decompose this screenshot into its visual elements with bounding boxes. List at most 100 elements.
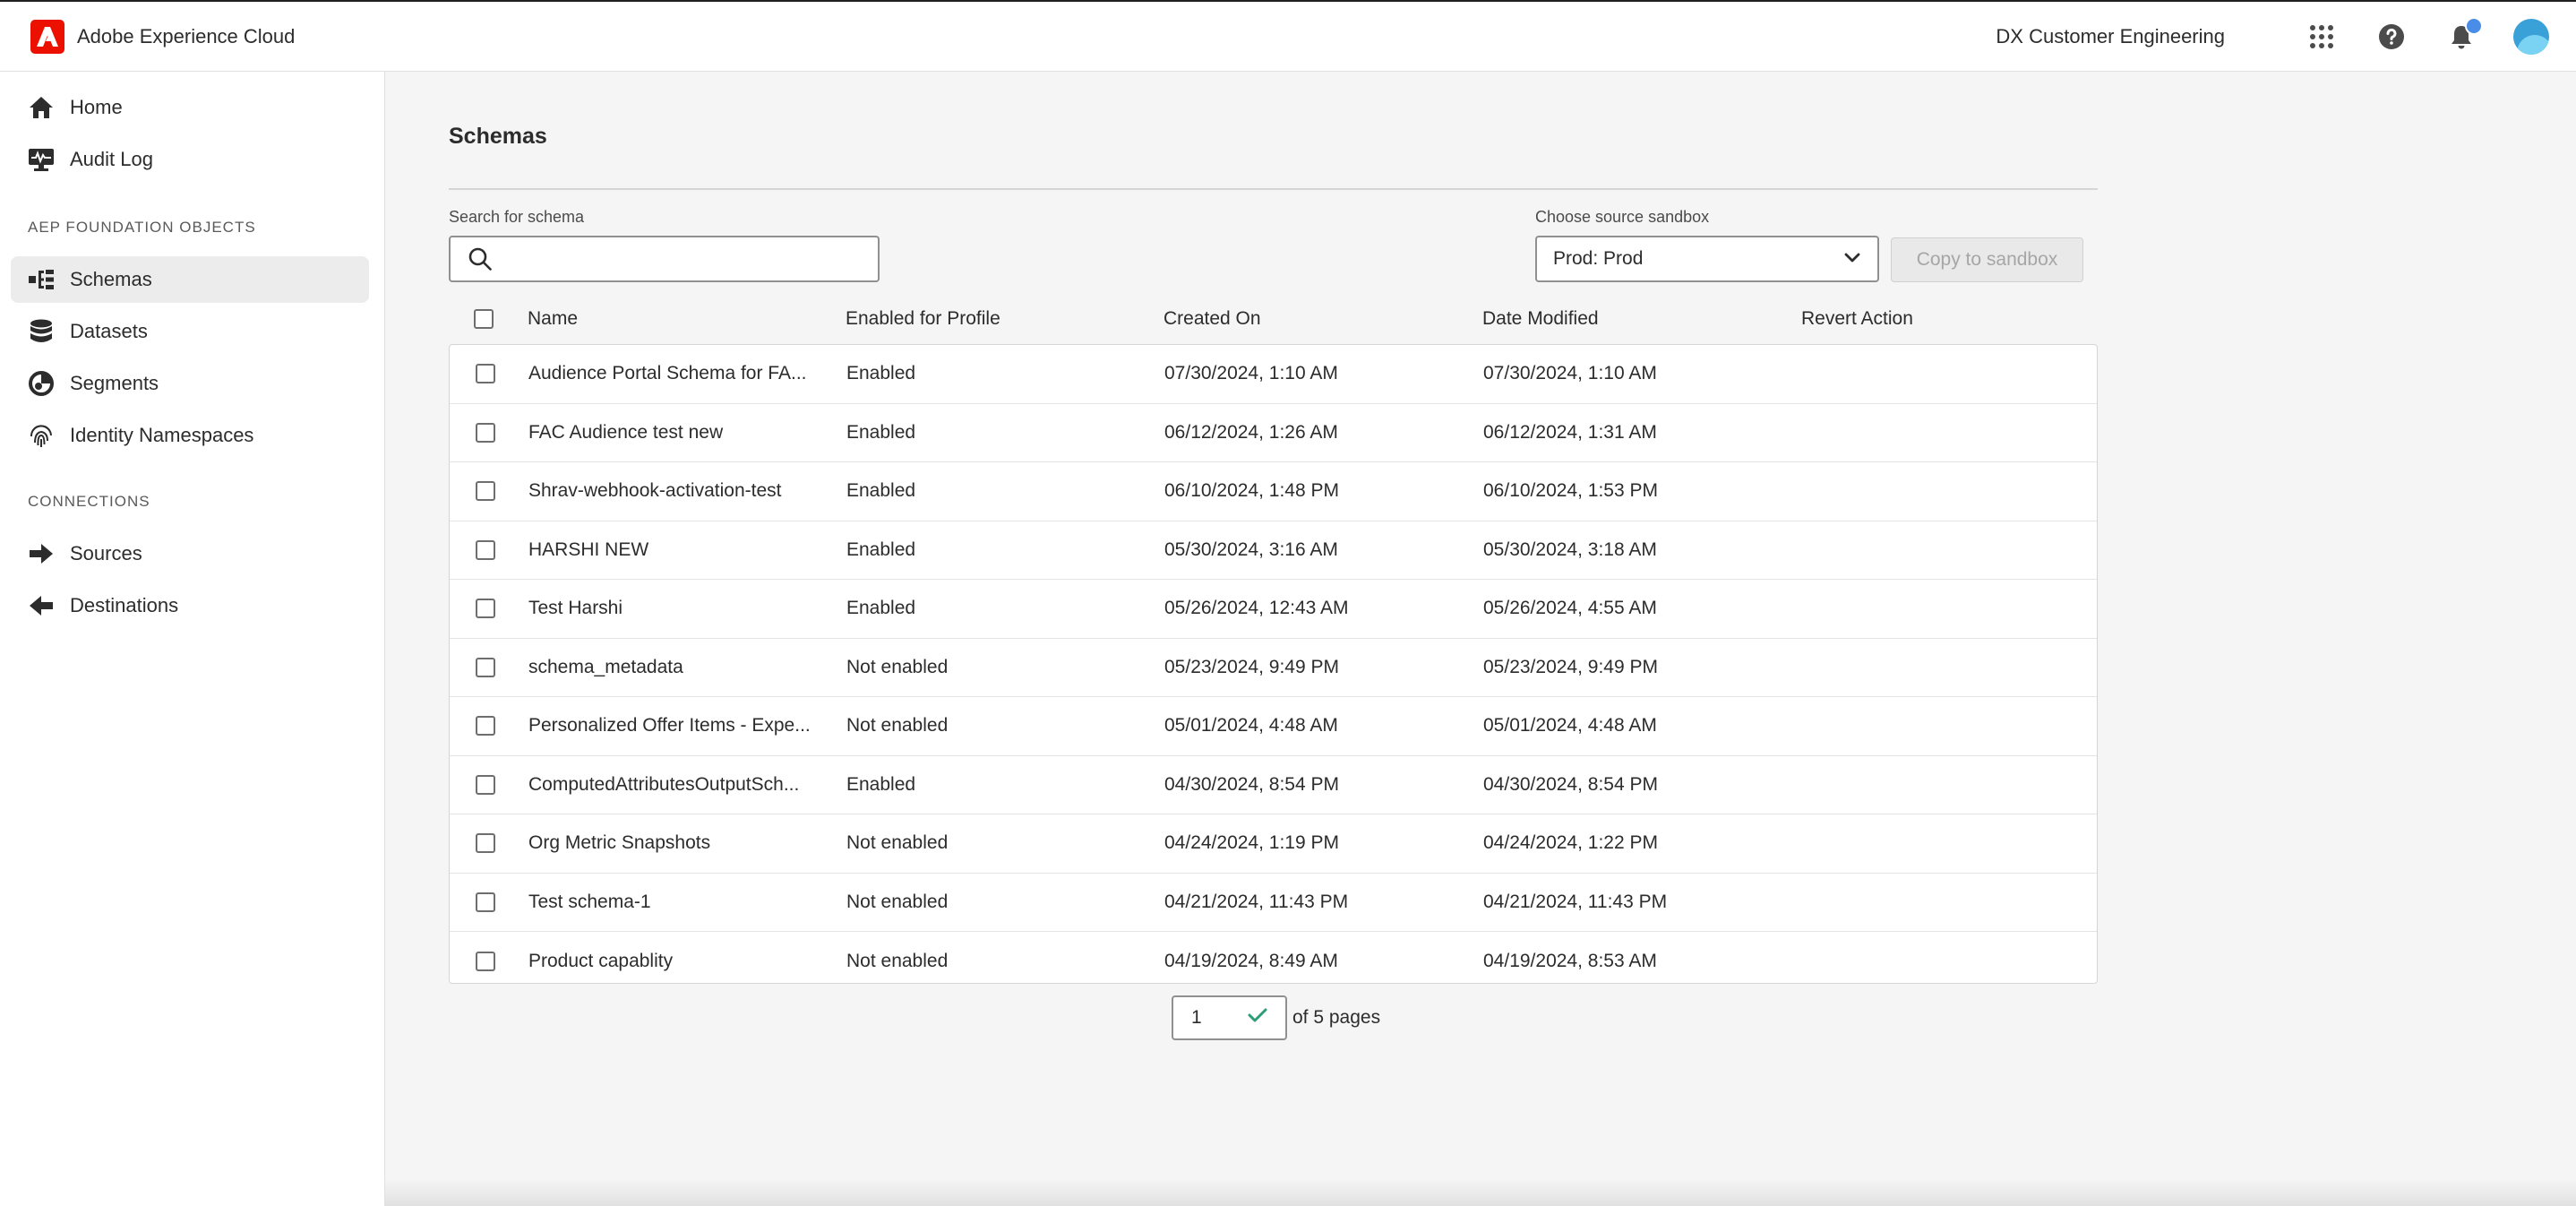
table-row[interactable]: Product capablity Not enabled 04/19/2024…	[450, 932, 2097, 983]
row-checkbox[interactable]	[476, 833, 495, 854]
database-icon	[27, 317, 56, 346]
table-row[interactable]: Test schema-1 Not enabled 04/21/2024, 11…	[450, 874, 2097, 932]
monitor-icon	[27, 145, 56, 174]
cell-profile: Enabled	[846, 421, 916, 443]
help-icon[interactable]	[2374, 19, 2409, 55]
cell-name[interactable]: Audience Portal Schema for FA...	[528, 363, 807, 384]
table-row[interactable]: Test Harshi Enabled 05/26/2024, 12:43 AM…	[450, 580, 2097, 639]
column-header-name[interactable]: Name	[528, 308, 578, 330]
sidebar-item-identity-namespaces[interactable]: Identity Namespaces	[11, 412, 369, 459]
row-checkbox[interactable]	[476, 892, 495, 912]
cell-profile: Enabled	[846, 598, 916, 619]
cell-modified: 06/10/2024, 1:53 PM	[1483, 480, 1658, 502]
row-checkbox[interactable]	[476, 599, 495, 619]
row-checkbox[interactable]	[476, 539, 495, 560]
sandbox-label: Choose source sandbox	[1535, 208, 1710, 226]
cell-modified: 04/24/2024, 1:22 PM	[1483, 832, 1658, 854]
adobe-logo-icon	[30, 19, 64, 54]
sidebar-item-label: Sources	[70, 542, 142, 564]
cell-created: 05/01/2024, 4:48 AM	[1164, 715, 1338, 737]
search-label: Search for schema	[449, 208, 585, 226]
search-field[interactable]	[449, 236, 880, 282]
sidebar-item-sources[interactable]: Sources	[11, 530, 369, 577]
sidebar-item-label: Home	[70, 96, 123, 118]
cell-profile: Enabled	[846, 480, 916, 502]
sidebar-item-home[interactable]: Home	[11, 84, 369, 131]
table-row[interactable]: HARSHI NEW Enabled 05/30/2024, 3:16 AM 0…	[450, 521, 2097, 580]
row-checkbox[interactable]	[476, 716, 495, 737]
cell-created: 04/19/2024, 8:49 AM	[1164, 950, 1338, 971]
table-row[interactable]: FAC Audience test new Enabled 06/12/2024…	[450, 404, 2097, 462]
cell-created: 06/10/2024, 1:48 PM	[1164, 480, 1339, 502]
copy-to-sandbox-button[interactable]: Copy to sandbox	[1891, 237, 2083, 282]
cell-profile: Not enabled	[846, 656, 949, 677]
cell-name[interactable]: ComputedAttributesOutputSch...	[528, 774, 799, 796]
page-count-label: of 5 pages	[1292, 1007, 1381, 1028]
cell-created: 06/12/2024, 1:26 AM	[1164, 421, 1338, 443]
search-icon	[468, 246, 494, 271]
page-title: Schemas	[449, 124, 547, 149]
cell-name[interactable]: Test schema-1	[528, 892, 651, 913]
table-row[interactable]: Org Metric Snapshots Not enabled 04/24/2…	[450, 814, 2097, 874]
cell-name[interactable]: schema_metadata	[528, 657, 683, 678]
cell-modified: 05/01/2024, 4:48 AM	[1483, 715, 1657, 737]
table-row[interactable]: Audience Portal Schema for FA... Enabled…	[450, 345, 2097, 404]
table-row[interactable]: ComputedAttributesOutputSch... Enabled 0…	[450, 756, 2097, 814]
row-checkbox[interactable]	[476, 364, 495, 384]
cell-created: 05/23/2024, 9:49 PM	[1164, 656, 1339, 677]
arrow-left-icon	[27, 591, 56, 620]
column-header-created[interactable]: Created On	[1163, 308, 1261, 330]
checkmark-icon[interactable]	[1248, 1007, 1267, 1029]
cell-name[interactable]: Test Harshi	[528, 598, 623, 619]
search-input[interactable]	[502, 248, 861, 270]
cell-modified: 04/21/2024, 11:43 PM	[1483, 891, 1668, 912]
cell-name[interactable]: Personalized Offer Items - Expe...	[528, 715, 811, 737]
cell-created: 05/30/2024, 3:16 AM	[1164, 538, 1338, 560]
row-checkbox[interactable]	[476, 657, 495, 677]
select-all-checkbox[interactable]	[474, 309, 494, 329]
sidebar-item-datasets[interactable]: Datasets	[11, 308, 369, 355]
sidebar-item-audit-log[interactable]: Audit Log	[11, 136, 369, 183]
column-header-profile[interactable]: Enabled for Profile	[846, 308, 1000, 330]
cell-profile: Not enabled	[846, 891, 949, 912]
column-header-modified[interactable]: Date Modified	[1482, 308, 1599, 330]
org-switcher[interactable]: DX Customer Engineering	[1996, 25, 2225, 48]
sidebar-item-schemas[interactable]: Schemas	[11, 256, 369, 303]
cell-profile: Not enabled	[846, 715, 949, 737]
top-header: Adobe Experience Cloud DX Customer Engin…	[0, 0, 2576, 72]
row-checkbox[interactable]	[476, 951, 495, 971]
sidebar-item-label: Datasets	[70, 320, 148, 342]
table-row[interactable]: schema_metadata Not enabled 05/23/2024, …	[450, 639, 2097, 697]
cell-created: 04/24/2024, 1:19 PM	[1164, 832, 1339, 854]
cell-name[interactable]: Org Metric Snapshots	[528, 832, 710, 854]
sandbox-select[interactable]: Prod: Prod	[1535, 236, 1879, 282]
title-divider	[449, 188, 2098, 190]
column-header-revert: Revert Action	[1801, 308, 1913, 329]
cell-name[interactable]: FAC Audience test new	[528, 422, 723, 444]
cell-name[interactable]: Product capablity	[528, 951, 673, 972]
schemas-table: Audience Portal Schema for FA... Enabled…	[449, 344, 2098, 984]
row-checkbox[interactable]	[476, 774, 495, 795]
cell-profile: Enabled	[846, 773, 916, 795]
sidebar-item-segments[interactable]: Segments	[11, 360, 369, 407]
cell-profile: Not enabled	[846, 832, 949, 854]
table-row[interactable]: Personalized Offer Items - Expe... Not e…	[450, 697, 2097, 756]
current-page: 1	[1191, 1007, 1202, 1028]
brand[interactable]: Adobe Experience Cloud	[30, 19, 295, 54]
table-row[interactable]: Shrav-webhook-activation-test Enabled 06…	[450, 462, 2097, 521]
bell-icon[interactable]	[2443, 17, 2483, 55]
cell-name[interactable]: HARSHI NEW	[528, 539, 648, 561]
section-title-foundation: AEP FOUNDATION OBJECTS	[28, 219, 256, 236]
cell-modified: 04/30/2024, 8:54 PM	[1483, 773, 1658, 795]
page-number-input[interactable]: 1	[1172, 995, 1287, 1040]
sidebar-item-label: Identity Namespaces	[70, 424, 254, 446]
apps-grid-icon[interactable]	[2304, 19, 2340, 55]
cell-modified: 05/30/2024, 3:18 AM	[1483, 538, 1657, 560]
sidebar-item-destinations[interactable]: Destinations	[11, 582, 369, 629]
cell-name[interactable]: Shrav-webhook-activation-test	[528, 480, 781, 502]
fingerprint-icon	[27, 421, 56, 450]
avatar[interactable]	[2513, 19, 2549, 55]
row-checkbox[interactable]	[476, 481, 495, 502]
chevron-down-icon	[1843, 248, 1861, 270]
row-checkbox[interactable]	[476, 422, 495, 443]
